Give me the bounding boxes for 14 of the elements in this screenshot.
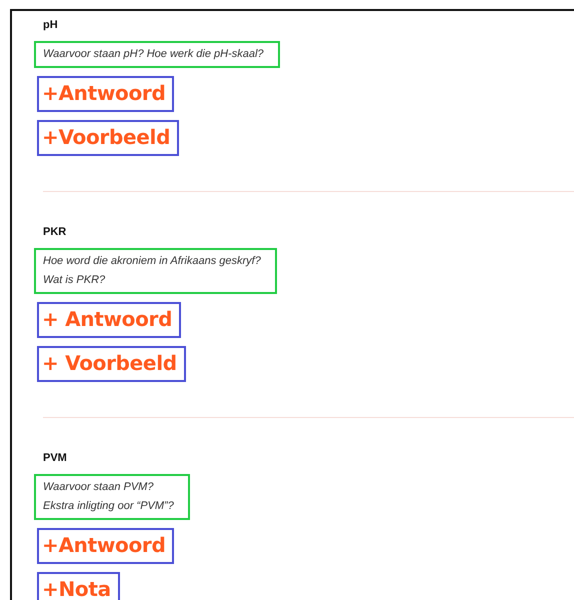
section-title: PVM: [43, 452, 67, 464]
question-text: Hoe word die akroniem in Afrikaans geskryf?: [43, 255, 261, 267]
section-title: PKR: [43, 226, 66, 238]
toggle-button[interactable]: +Antwoord: [37, 76, 174, 112]
toggle-button[interactable]: + Voorbeeld: [37, 346, 186, 382]
question-text: Ekstra inligting oor “PVM”?: [43, 500, 174, 512]
toggle-button[interactable]: +Nota: [37, 572, 120, 600]
question-text: Wat is PKR?: [43, 274, 106, 286]
toggle-button[interactable]: + Antwoord: [37, 302, 182, 338]
section-title: pH: [43, 19, 58, 31]
question-text: Waarvoor staan pH? Hoe werk die pH-skaal?: [43, 48, 264, 60]
toggle-button[interactable]: +Voorbeeld: [37, 120, 180, 156]
toggle-button[interactable]: +Antwoord: [37, 528, 174, 564]
question-text: Waarvoor staan PVM?: [43, 481, 154, 493]
